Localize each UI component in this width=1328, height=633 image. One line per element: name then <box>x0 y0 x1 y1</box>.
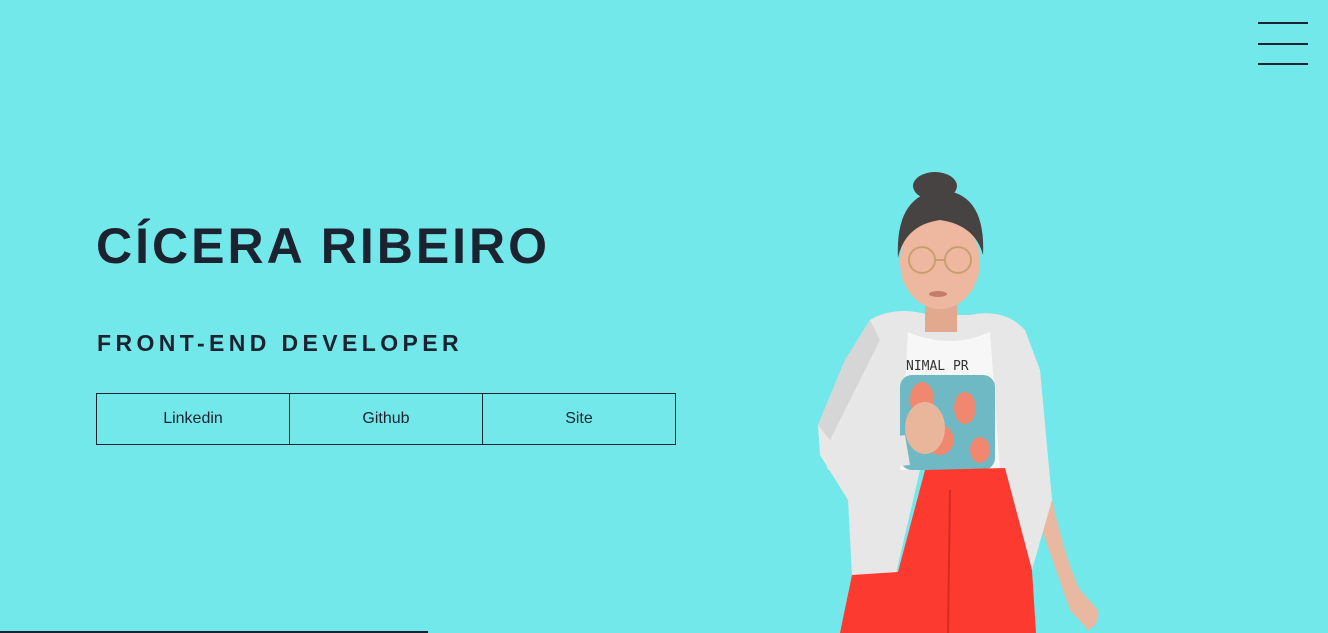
portrait-image: NIMAL PR <box>818 172 1099 633</box>
portrait-hand <box>905 402 945 454</box>
portrait-shirt-text: NIMAL PR <box>906 359 969 374</box>
github-button[interactable]: Github <box>289 393 483 445</box>
hamburger-menu-button[interactable] <box>1258 22 1308 66</box>
menu-line-bottom <box>1258 63 1308 65</box>
menu-line-top <box>1258 22 1308 24</box>
menu-line-middle <box>1258 43 1308 45</box>
site-button[interactable]: Site <box>482 393 676 445</box>
hero-role: FRONT-END DEVELOPER <box>97 330 464 356</box>
linkedin-button[interactable]: Linkedin <box>96 393 290 445</box>
social-links: Linkedin Github Site <box>96 393 676 445</box>
portrait-hair-bun <box>913 172 957 200</box>
hero-name: CÍCERA RIBEIRO <box>96 218 551 274</box>
portrait-left-arm <box>1042 490 1099 630</box>
